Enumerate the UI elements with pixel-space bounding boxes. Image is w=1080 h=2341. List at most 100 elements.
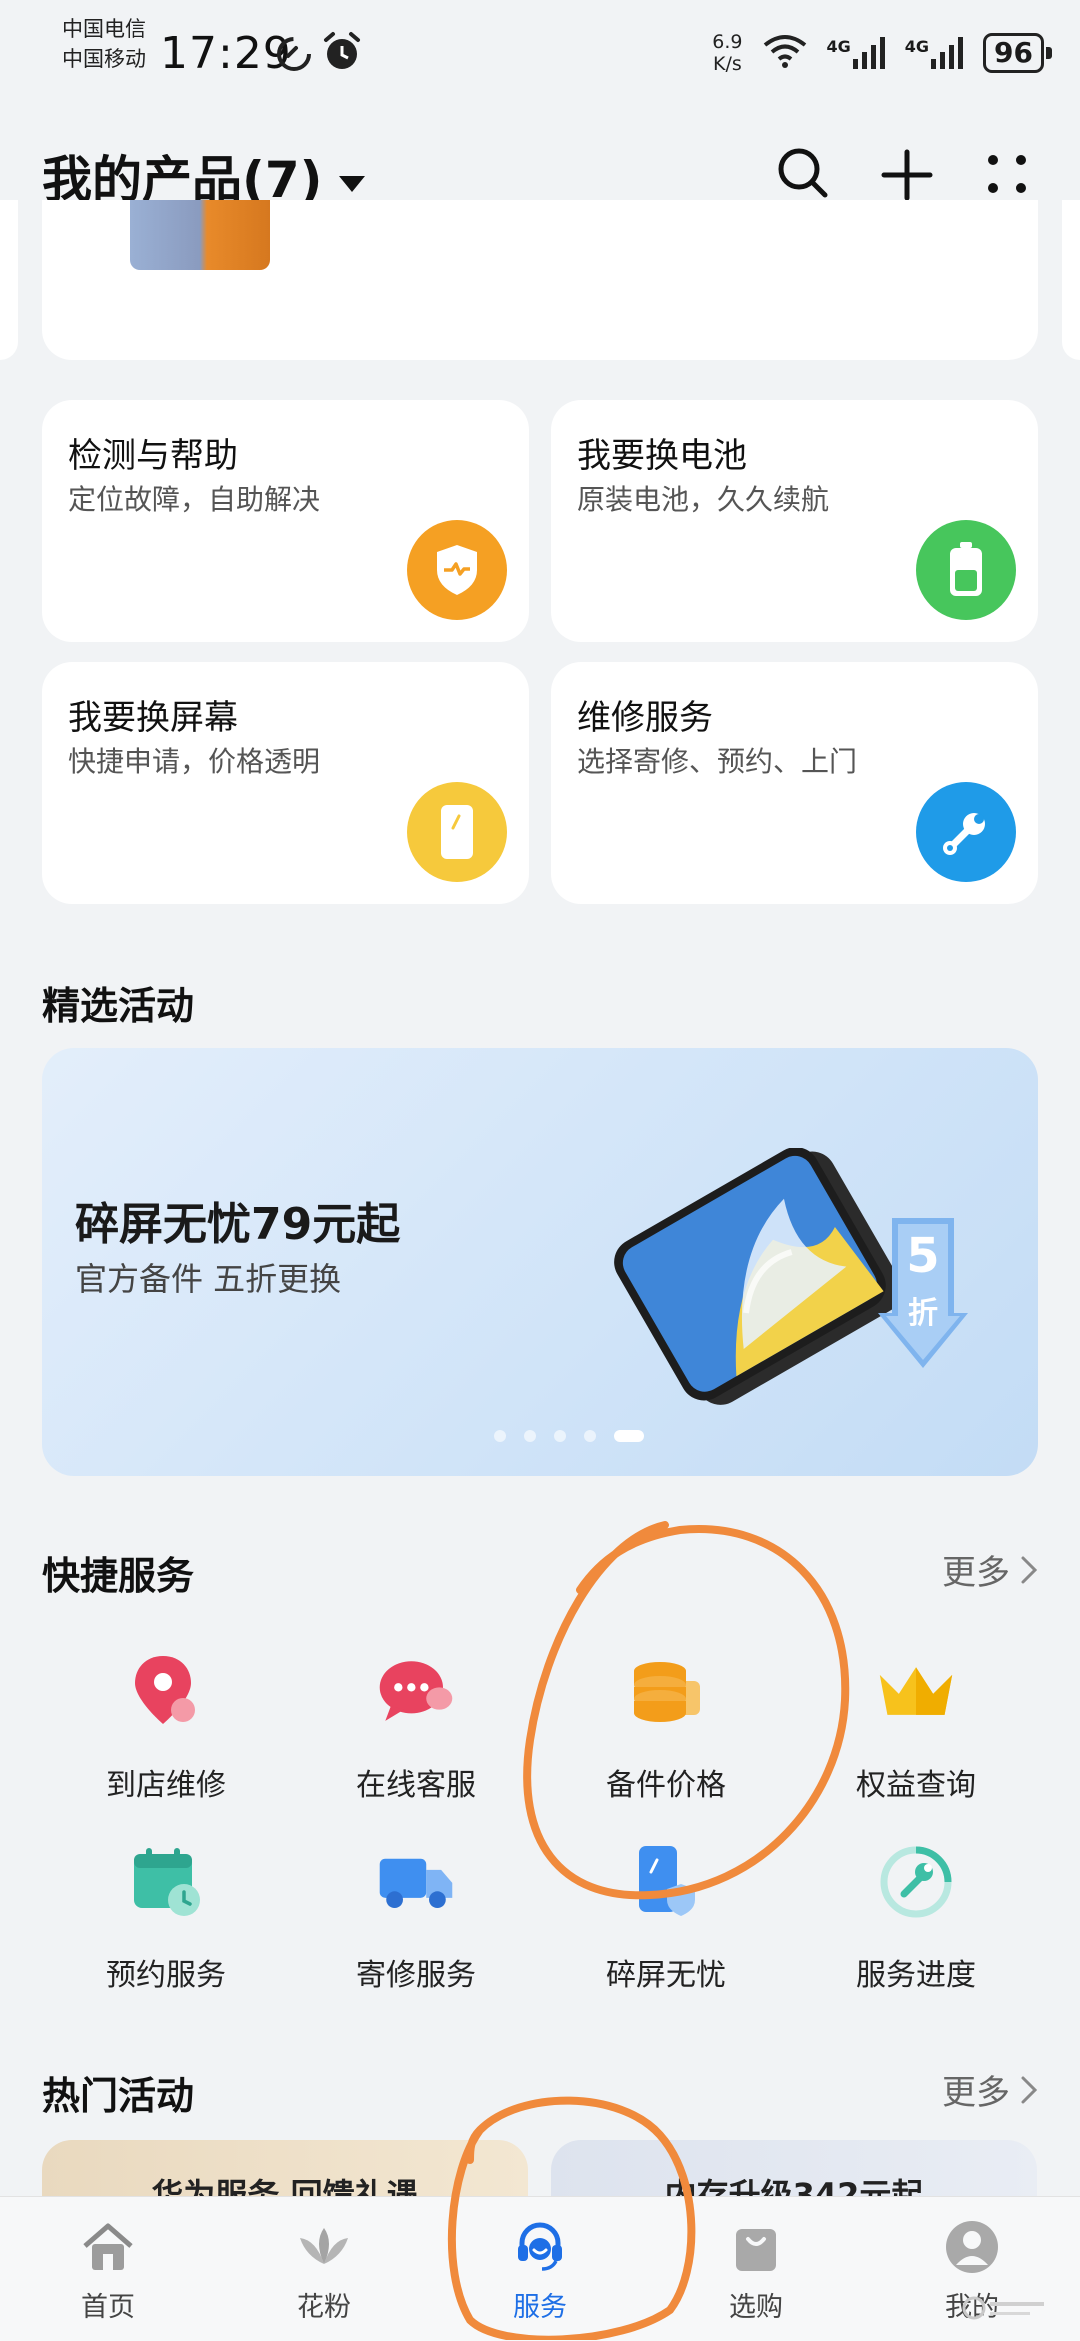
home-icon [80, 2219, 136, 2275]
nav-label: 选购 [729, 2292, 783, 2323]
nav-label: 花粉 [297, 2292, 351, 2323]
banner-subtitle: 官方备件 五折更换 [75, 1260, 342, 1298]
qs-label: 权益查询 [856, 1768, 976, 1803]
banner-title: 碎屏无忧79元起 [75, 1199, 401, 1250]
tile-subtitle: 快捷申请，价格透明 [68, 745, 321, 778]
qs-progress[interactable]: 服务进度 [816, 1842, 1016, 1994]
tile-battery[interactable]: 我要换电池 原装电池，久久续航 [551, 400, 1038, 642]
next-card-edge [1062, 200, 1080, 360]
carousel-dot-active[interactable] [614, 1430, 644, 1442]
chevron-right-icon [1021, 1556, 1038, 1583]
shield-pulse-icon [407, 520, 507, 620]
speed-unit: K/s [713, 53, 742, 75]
signal-2-icon: 4G [905, 37, 965, 69]
quick-services-more[interactable]: 更多 [942, 1545, 1038, 1594]
network-speed: 6.9 K/s [712, 31, 742, 75]
qs-parts-price[interactable]: 备件价格 [566, 1652, 766, 1804]
tile-subtitle: 原装电池，久久续航 [577, 483, 830, 516]
tile-title: 维修服务 [577, 698, 713, 738]
qs-appointment[interactable]: 预约服务 [66, 1842, 266, 1994]
qs-store-repair[interactable]: 到店维修 [66, 1652, 266, 1804]
chat-bubble-icon [376, 1652, 456, 1732]
qs-screen-care[interactable]: 碎屏无忧 [566, 1842, 766, 1994]
add-icon[interactable] [880, 148, 934, 206]
calendar-clock-icon [126, 1842, 206, 1922]
coin-stack-icon [626, 1652, 706, 1732]
qs-benefits[interactable]: 权益查询 [816, 1652, 1016, 1804]
nav-label: 首页 [81, 2292, 135, 2323]
qs-online-support[interactable]: 在线客服 [316, 1652, 516, 1804]
search-icon[interactable] [775, 145, 831, 205]
hot-activities-more[interactable]: 更多 [942, 2065, 1038, 2114]
signal-1-icon: 4G [827, 37, 887, 69]
status-icons: 6.9 K/s 4G 4G 96 [712, 28, 1052, 78]
carousel-dot[interactable] [584, 1430, 596, 1442]
tile-title: 我要换电池 [577, 436, 747, 476]
qs-label: 在线客服 [356, 1768, 476, 1803]
alarm-icon [322, 30, 362, 78]
clock: 17:29 [160, 28, 292, 79]
carousel-dot[interactable] [524, 1430, 536, 1442]
discount-badge: 5 折 [878, 1218, 968, 1372]
prev-card-edge [0, 200, 18, 360]
more-link: 更多 [942, 2073, 1010, 2113]
nav-shop[interactable]: 选购 [648, 2197, 864, 2341]
more-link: 更多 [942, 1553, 1010, 1593]
net-type-2: 4G [904, 37, 930, 56]
qs-label: 备件价格 [606, 1768, 726, 1803]
product-image [130, 200, 270, 270]
carrier-2: 中国移动 [62, 47, 146, 71]
carousel-dot[interactable] [494, 1430, 506, 1442]
wrench-progress-icon [876, 1842, 956, 1922]
headset-icon [512, 2219, 568, 2275]
lotus-icon [296, 2219, 352, 2275]
qs-label: 服务进度 [856, 1958, 976, 1993]
bottom-nav: 首页 花粉 服务 选购 我的 [0, 2196, 1080, 2341]
quick-services-title: 快捷服务 [42, 1554, 195, 1598]
location-pin-icon [126, 1652, 206, 1732]
dropdown-caret-icon [338, 175, 365, 192]
delivery-truck-icon [376, 1842, 456, 1922]
featured-banner[interactable]: 碎屏无忧79元起 官方备件 五折更换 5 折 [42, 1048, 1038, 1476]
tile-subtitle: 定位故障，自助解决 [68, 483, 321, 516]
carousel-dot[interactable] [554, 1430, 566, 1442]
featured-title: 精选活动 [42, 984, 195, 1028]
phone-shield-icon [626, 1842, 706, 1922]
screen-icon [407, 782, 507, 882]
nav-label: 服务 [513, 2292, 567, 2323]
nav-home[interactable]: 首页 [0, 2197, 216, 2341]
tile-title: 我要换屏幕 [68, 698, 238, 738]
tile-repair[interactable]: 维修服务 选择寄修、预约、上门 [551, 662, 1038, 904]
nav-fans[interactable]: 花粉 [216, 2197, 432, 2341]
qs-mail-repair[interactable]: 寄修服务 [316, 1842, 516, 1994]
carousel-dots [494, 1430, 644, 1442]
status-bar: 中国电信 中国移动 17:29 6.9 K/s 4G 4G 96 [0, 0, 1080, 110]
sync-icon [274, 32, 314, 76]
hot-activities-title: 热门活动 [42, 2074, 195, 2118]
chevron-right-icon [1021, 2076, 1038, 2103]
net-type-1: 4G [826, 37, 851, 56]
more-icon[interactable] [985, 152, 1029, 200]
qs-label: 到店维修 [106, 1768, 226, 1803]
wrench-icon [916, 782, 1016, 882]
crown-icon [876, 1652, 956, 1732]
badge-text: 折 [908, 1296, 938, 1331]
tile-screen[interactable]: 我要换屏幕 快捷申请，价格透明 [42, 662, 529, 904]
tile-title: 检测与帮助 [68, 436, 238, 476]
carrier-1: 中国电信 [62, 17, 146, 41]
avatar-icon [944, 2219, 1000, 2275]
watermark [960, 2288, 1050, 2332]
tile-diagnostics[interactable]: 检测与帮助 定位故障，自助解决 [42, 400, 529, 642]
nav-service[interactable]: 服务 [432, 2197, 648, 2341]
product-card[interactable] [42, 200, 1038, 360]
qs-label: 预约服务 [106, 1958, 226, 1993]
qs-label: 碎屏无忧 [606, 1958, 726, 1993]
battery-icon [916, 520, 1016, 620]
shopping-bag-icon [728, 2219, 784, 2275]
battery-indicator: 96 [983, 33, 1052, 73]
wifi-icon [761, 33, 809, 73]
tile-subtitle: 选择寄修、预约、上门 [577, 745, 858, 778]
speed-value: 6.9 [712, 31, 743, 53]
qs-label: 寄修服务 [356, 1958, 476, 1993]
badge-number: 5 [906, 1228, 940, 1284]
